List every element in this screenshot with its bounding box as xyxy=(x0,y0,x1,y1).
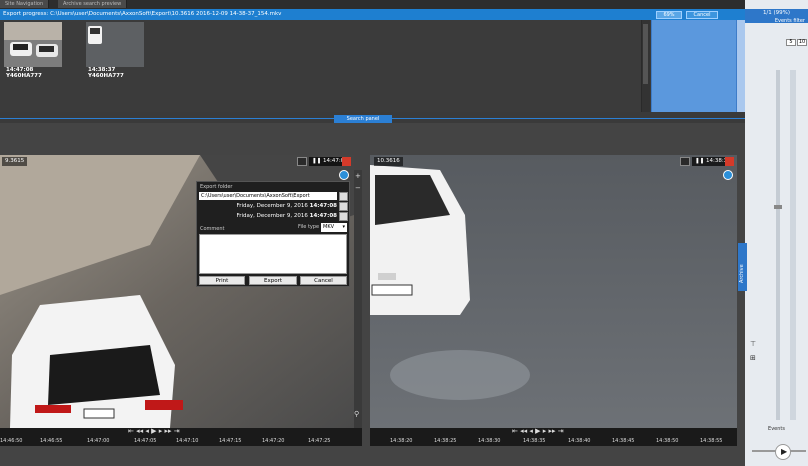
events-filter-label[interactable]: Events filter xyxy=(745,18,808,24)
right-camera-image xyxy=(370,155,737,428)
left-forward-icon[interactable]: ▸▸ xyxy=(165,427,172,435)
thumbnail-1-image xyxy=(4,22,62,67)
right-export-icon[interactable] xyxy=(723,170,733,180)
end-time-text: 14:47:08 xyxy=(309,213,337,219)
export-button[interactable]: Export xyxy=(249,276,297,285)
cancel-export-button[interactable]: Cancel xyxy=(686,11,718,19)
close-pane-icon[interactable] xyxy=(342,157,351,166)
end-datetime[interactable]: Friday, December 9, 2016 14:47:08 xyxy=(199,213,337,219)
right-tick-2: 14:38:30 xyxy=(478,438,501,444)
left-tick-6: 14:47:20 xyxy=(262,438,285,444)
strip-side-panel-inner xyxy=(652,20,736,112)
end-date-button[interactable] xyxy=(339,212,348,221)
right-snapshot-icon[interactable] xyxy=(680,157,690,166)
start-date-text: Friday, December 9, 2016 xyxy=(236,203,308,209)
print-button[interactable]: Print xyxy=(199,276,245,285)
video-pane-right[interactable] xyxy=(370,155,737,428)
events-count: 1/1 (99%) xyxy=(762,10,791,16)
left-frame-end-icon[interactable]: ⇥ xyxy=(174,427,180,435)
browse-folder-button[interactable] xyxy=(339,192,348,201)
left-tick-4: 14:47:10 xyxy=(176,438,199,444)
tab-site-navigation[interactable]: Site Navigation xyxy=(0,0,50,8)
right-frame-back-icon[interactable]: ⇤ xyxy=(512,427,518,435)
play-icon: ▶ xyxy=(781,447,788,456)
comment-label: Comment xyxy=(200,226,225,232)
right-step-forward-icon[interactable]: ▸ xyxy=(543,427,547,435)
left-playback-controls: ⇤ ◂◂ ◂ ▶ ▸ ▸▸ ⇥ xyxy=(128,427,180,435)
add-icon[interactable]: + xyxy=(355,172,361,180)
strip-side-scrollbar[interactable] xyxy=(737,20,745,112)
right-tick-1: 14:38:25 xyxy=(434,438,457,444)
left-rewind-icon[interactable]: ◂◂ xyxy=(136,427,143,435)
right-step-back-icon[interactable]: ◂ xyxy=(529,427,533,435)
events-density-track xyxy=(790,70,796,420)
export-progress-text: Export progress: C:\Users\user\Documents… xyxy=(3,11,282,17)
right-frame-end-icon[interactable]: ⇥ xyxy=(558,427,564,435)
right-tick-4: 14:38:40 xyxy=(568,438,591,444)
thumbnail-1[interactable] xyxy=(4,22,62,67)
left-pane-side-toolbar: + − ⚲ xyxy=(354,170,362,428)
file-type-select[interactable]: MKV ▾ xyxy=(321,223,347,232)
left-play-icon[interactable]: ▶ xyxy=(151,427,156,435)
archive-tab[interactable]: Archive xyxy=(738,243,747,291)
search-panel-toggle[interactable]: Search panel xyxy=(334,115,392,123)
right-camera-label: 10.3616 xyxy=(374,157,403,166)
start-time-text: 14:47:08 xyxy=(309,203,337,209)
tab-archive-search[interactable]: Archive search preview xyxy=(58,0,128,8)
right-tick-7: 14:38:55 xyxy=(700,438,723,444)
thumbnail-2[interactable] xyxy=(86,22,144,67)
left-tick-2: 14:47:00 xyxy=(87,438,110,444)
filter-icon[interactable]: ⊞ xyxy=(750,354,758,362)
right-rewind-icon[interactable]: ◂◂ xyxy=(520,427,527,435)
file-type-label: File type xyxy=(298,224,320,230)
events-bottom-label: Events xyxy=(768,426,785,432)
right-tick-6: 14:38:50 xyxy=(656,438,679,444)
right-play-icon[interactable]: ▶ xyxy=(535,427,540,435)
left-tick-1: 14:46:55 xyxy=(40,438,63,444)
end-date-text: Friday, December 9, 2016 xyxy=(236,213,308,219)
export-percent-indicator: 69% xyxy=(656,11,682,19)
thumbnail-2-image xyxy=(86,22,144,67)
left-tick-5: 14:47:15 xyxy=(219,438,242,444)
events-slider-handle[interactable] xyxy=(774,205,782,209)
pin-icon[interactable]: ⊤ xyxy=(750,340,758,348)
right-playback-controls: ⇤ ◂◂ ◂ ▶ ▸ ▸▸ ⇥ xyxy=(512,427,564,435)
minus-icon[interactable]: − xyxy=(355,184,361,192)
events-play-button[interactable]: ▶ xyxy=(775,444,791,460)
search-panel-label: Search panel xyxy=(346,116,380,122)
comment-textarea[interactable] xyxy=(199,234,347,274)
right-tick-0: 14:38:20 xyxy=(390,438,413,444)
snapshot-icon[interactable] xyxy=(297,157,307,166)
right-pause-icon: ❚❚ xyxy=(695,158,705,164)
left-tick-0: 14:46:50 xyxy=(0,438,23,444)
left-frame-back-icon[interactable]: ⇤ xyxy=(128,427,134,435)
cancel-dialog-button[interactable]: Cancel xyxy=(300,276,347,285)
thumbnail-2-plate: Y460HA777 xyxy=(88,73,124,79)
events-tab-5[interactable]: 5 xyxy=(786,39,796,46)
chevron-down-icon: ▾ xyxy=(342,224,345,230)
left-step-back-icon[interactable]: ◂ xyxy=(145,427,149,435)
export-icon[interactable] xyxy=(339,170,349,180)
pause-icon: ❚❚ xyxy=(312,158,322,164)
export-folder-field[interactable]: C:\Users\user\Documents\AxxonSoft\Export xyxy=(199,192,337,200)
archive-label: Archive xyxy=(739,264,745,283)
left-step-forward-icon[interactable]: ▸ xyxy=(159,427,163,435)
left-tick-3: 14:47:05 xyxy=(134,438,157,444)
file-type-value: MKV xyxy=(323,224,335,230)
thumbnail-1-plate: Y460HA777 xyxy=(6,73,42,79)
events-tab-10[interactable]: 10 xyxy=(797,39,807,46)
right-close-pane-icon[interactable] xyxy=(725,157,734,166)
zoom-icon[interactable]: ⚲ xyxy=(354,410,359,418)
start-datetime[interactable]: Friday, December 9, 2016 14:47:08 xyxy=(199,203,337,209)
start-date-button[interactable] xyxy=(339,202,348,211)
thumbnail-scroll-thumb[interactable] xyxy=(643,24,648,84)
right-tick-5: 14:38:45 xyxy=(612,438,635,444)
right-forward-icon[interactable]: ▸▸ xyxy=(549,427,556,435)
right-tick-3: 14:38:35 xyxy=(523,438,546,444)
left-camera-label: 9.3615 xyxy=(2,157,28,166)
export-folder-label: Export folder xyxy=(200,184,233,190)
events-timeline-track[interactable] xyxy=(776,70,780,420)
left-tick-7: 14:47:25 xyxy=(308,438,331,444)
